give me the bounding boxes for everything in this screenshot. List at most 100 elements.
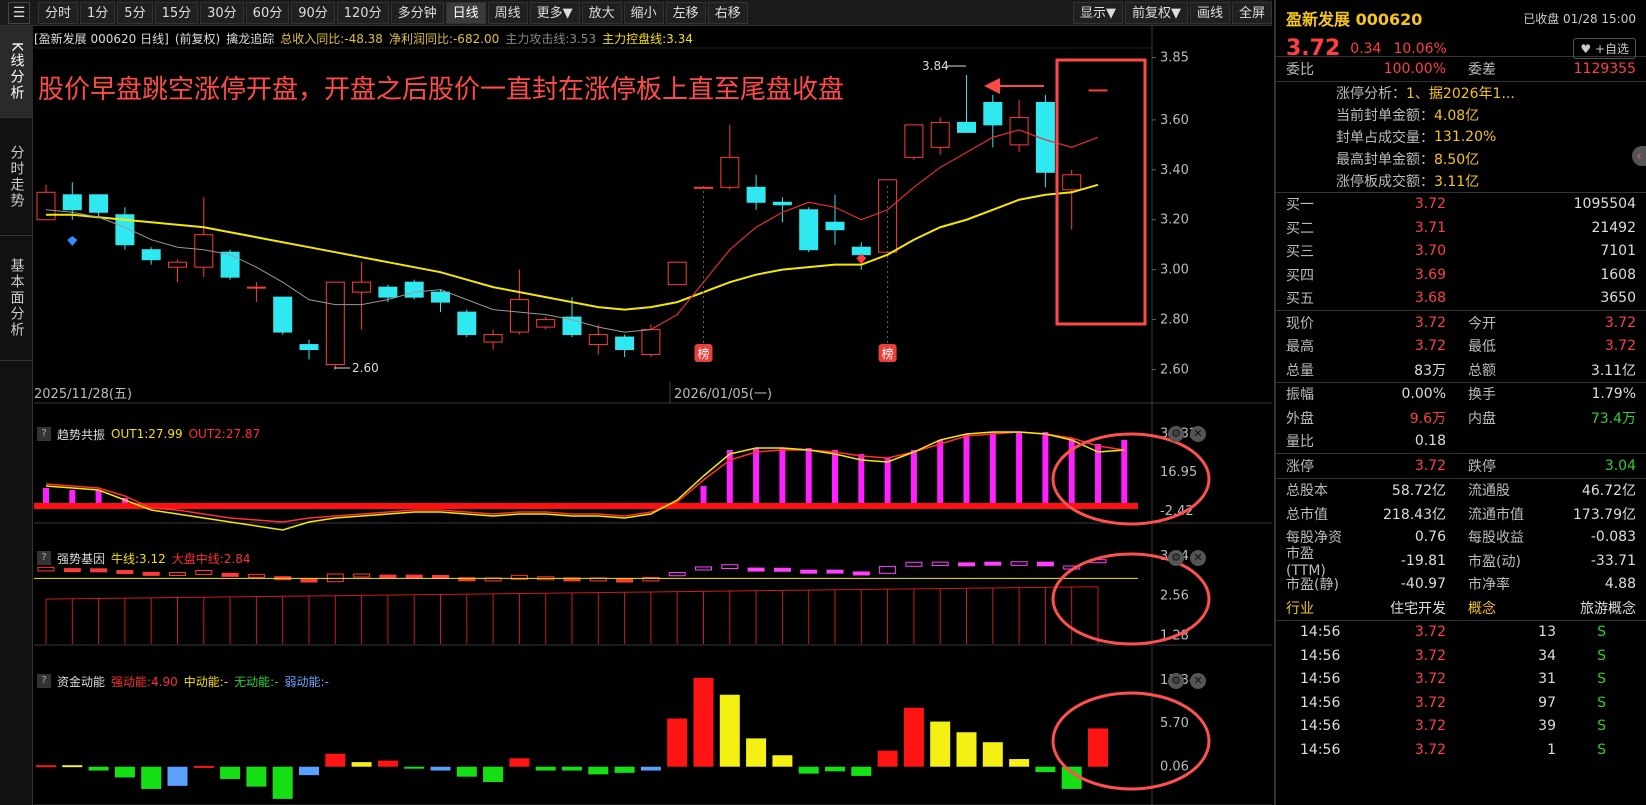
indicator-value: 中动能:- — [183, 674, 229, 689]
candle-body — [404, 281, 424, 298]
tab-k-analysis[interactable]: K线分析 — [0, 26, 33, 118]
ind1-baseline — [34, 503, 1138, 509]
indicator-value: 主力控盘线:3.34 — [602, 31, 693, 46]
toolbar-button[interactable]: 画线 — [1189, 1, 1230, 24]
period-button[interactable]: 日线 — [445, 1, 486, 24]
close-icon[interactable]: ✕ — [1190, 550, 1206, 566]
bang-label: 榜 — [882, 346, 894, 361]
gear-icon[interactable]: ⚙ — [1168, 426, 1184, 442]
indicator-value: 无动能:- — [234, 674, 279, 689]
period-button[interactable]: 多分钟 — [390, 1, 444, 24]
tick-volume: 97 — [1538, 694, 1556, 711]
period-button[interactable]: 右移 — [707, 1, 748, 24]
industry-value[interactable]: 住宅开发 — [1346, 598, 1446, 618]
ind2-candle — [826, 569, 844, 574]
chevron-left-icon[interactable]: ‹ — [1632, 146, 1646, 166]
help-icon[interactable]: ? — [37, 427, 51, 441]
period-buttons: 分时 1分 5分 15分 30分 60分 90分 120分 多分钟 日线 周线 更多▼ 放大 缩小 左移 右移 — [36, 1, 748, 24]
period-button[interactable]: 5分 — [117, 1, 153, 24]
indicator-value: 净利润同比:-682.00 — [388, 31, 500, 46]
period-button[interactable]: 放大 — [581, 1, 622, 24]
ind3-bar — [1035, 766, 1056, 773]
tick-list[interactable]: 14:56 3.72 13 S 14:56 3.72 34 S 14:56 3.72 31 S 14:5… — [1276, 621, 1646, 762]
gear-icon[interactable]: ⚙ — [1168, 673, 1184, 689]
toolbar-button[interactable]: 全屏 — [1231, 1, 1272, 24]
period-button[interactable]: 60分 — [245, 1, 290, 24]
bid-row[interactable]: 买四 3.69 1608 — [1276, 263, 1646, 287]
menu-icon[interactable]: ☰ — [8, 1, 30, 24]
ind2-candle — [905, 561, 923, 567]
tab-fundamentals[interactable]: 基本面分析 — [0, 236, 33, 361]
quote-value: 9.6万 — [1409, 410, 1446, 427]
ind1-bar — [805, 448, 812, 506]
close-icon[interactable]: ✕ — [1190, 426, 1206, 442]
bid-row[interactable]: 买二 3.71 21492 — [1276, 216, 1646, 240]
bid-price: 3.70 — [1414, 243, 1446, 260]
tick-price: 3.72 — [1414, 718, 1446, 735]
toolbar-button[interactable]: 前复权▼ — [1124, 1, 1188, 24]
left-vertical-tabs: K线分析 分时走势 基本面分析 — [0, 26, 33, 805]
weicha-label: 委差 — [1468, 61, 1496, 78]
analysis-value: 8.50亿 — [1434, 151, 1480, 168]
bid-row[interactable]: 买五 3.68 3650 — [1276, 287, 1646, 311]
quote-label: 每股收益 — [1468, 530, 1524, 547]
ind3-bar — [430, 766, 451, 771]
bid-row[interactable]: 买一 3.72 1095504 — [1276, 193, 1646, 217]
ind2-candle — [116, 570, 134, 575]
quote-label: 现价 — [1286, 315, 1314, 332]
candle-body — [62, 194, 82, 211]
ind2-candle — [984, 561, 1002, 566]
help-icon[interactable]: ? — [37, 674, 51, 688]
tick-price: 3.72 — [1414, 624, 1446, 641]
ind1-bar — [1042, 432, 1049, 506]
gear-icon[interactable]: ⚙ — [1168, 550, 1184, 566]
ind1-controls: ⚙ ✕ — [1168, 426, 1206, 442]
price-change-pct: 10.06% — [1393, 40, 1447, 57]
ind3-bar — [798, 766, 819, 774]
period-button[interactable]: 90分 — [291, 1, 335, 24]
ind3-bar — [982, 742, 1003, 767]
limit-up-value: 3.72 — [1414, 457, 1446, 474]
period-button[interactable]: 1分 — [80, 1, 116, 24]
bid-row[interactable]: 买三 3.70 7101 — [1276, 240, 1646, 264]
indicator-values: 总收入同比:-48.38 净利润同比:-682.00 主力攻击线:3.53 主力控盘线… — [280, 30, 699, 47]
quote-row: 市盈(TTM) -19.81 市盈(动) -33.71 — [1276, 546, 1646, 579]
quote-value: -40.97 — [1400, 576, 1446, 593]
period-button[interactable]: 15分 — [154, 1, 199, 24]
help-icon[interactable]: ? — [37, 551, 51, 565]
period-button[interactable]: 更多▼ — [529, 1, 580, 24]
add-favorite-button[interactable]: ♥ +自选 — [1573, 38, 1636, 59]
tick-volume: 1 — [1547, 741, 1556, 758]
ind3-bar — [351, 762, 372, 767]
candle-body — [378, 286, 398, 298]
period-button[interactable]: 30分 — [200, 1, 244, 24]
period-button[interactable]: 分时 — [38, 1, 79, 24]
tab-time-trend[interactable]: 分时走势 — [0, 118, 33, 236]
candle-body — [851, 246, 871, 256]
candle-body — [220, 251, 240, 278]
period-button[interactable]: 左移 — [665, 1, 706, 24]
tick-time: 14:56 — [1300, 694, 1341, 711]
quote-value: 1.79% — [1591, 386, 1636, 403]
toolbar-button[interactable]: 显示▼ — [1072, 1, 1123, 24]
annotation-text: 股价早盘跳空涨停开盘，开盘之后股价一直封在涨停板上直至尾盘收盘 — [38, 75, 844, 105]
candle-body — [457, 311, 477, 336]
ind3-bar — [719, 694, 740, 767]
ind2-candle — [1010, 561, 1028, 566]
period-button[interactable]: 周线 — [487, 1, 528, 24]
period-button[interactable]: 120分 — [336, 1, 389, 24]
tick-time: 14:56 — [1300, 647, 1341, 664]
tick-row: 14:56 3.72 34 S — [1276, 644, 1646, 668]
tick-price: 3.72 — [1414, 694, 1446, 711]
limit-row: 涨停 3.72 跌停 3.04 — [1276, 454, 1646, 478]
low-label: 2.60 — [352, 361, 379, 375]
analysis-value: 4.08亿 — [1434, 107, 1480, 124]
quote-value: 73.4万 — [1590, 410, 1636, 427]
indicator-value: 主力攻击线:3.53 — [505, 31, 597, 46]
concept-value[interactable]: 旅游概念 — [1528, 598, 1636, 618]
industry-label: 行业 — [1286, 600, 1314, 617]
tick-time: 14:56 — [1300, 671, 1341, 688]
close-icon[interactable]: ✕ — [1190, 673, 1206, 689]
tick-row: 14:56 3.72 13 S — [1276, 621, 1646, 645]
period-button[interactable]: 缩小 — [623, 1, 664, 24]
